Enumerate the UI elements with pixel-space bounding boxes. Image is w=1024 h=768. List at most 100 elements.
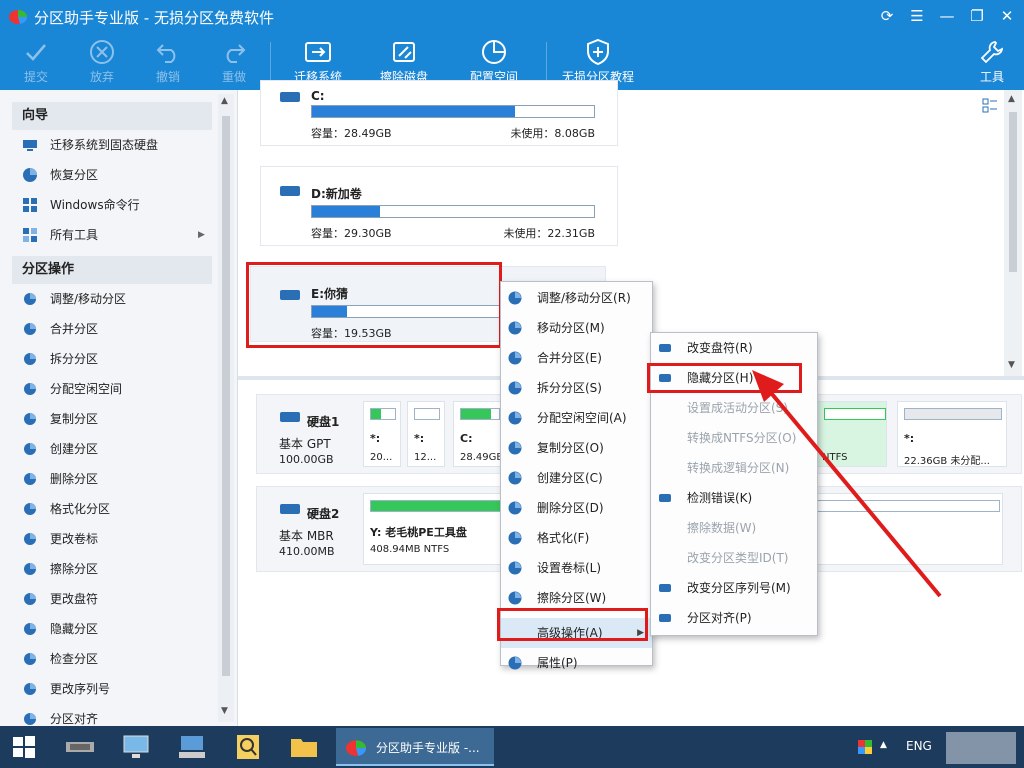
submenu-item-align-partition[interactable]: 分区对齐(P) — [651, 603, 817, 633]
menu-item-properties[interactable]: 属性(P) — [501, 648, 652, 678]
menu-item-format[interactable]: 格式化(F) — [501, 523, 652, 553]
usage-bar — [311, 205, 595, 218]
partition-card-d[interactable]: D:新加卷 容量：29.30GB 未使用：22.31GB — [260, 166, 618, 246]
merge-icon — [508, 351, 522, 365]
sidebar-item-serial[interactable]: 更改序列号 — [0, 674, 237, 704]
menu-item-merge[interactable]: 合并分区(E) — [501, 343, 652, 373]
menu-icon[interactable]: ☰ — [906, 6, 928, 26]
sidebar-section-wizard: 向导 — [12, 102, 212, 130]
app-logo-icon — [9, 10, 28, 24]
menu-item-move[interactable]: 移动分区(M) — [501, 313, 652, 343]
tray-clock[interactable] — [946, 732, 1016, 764]
input-method-icon[interactable] — [858, 740, 872, 754]
discard-button[interactable]: 放弃 — [86, 36, 118, 85]
submenu-item-change-letter[interactable]: 改变盘符(R) — [651, 333, 817, 363]
resize-icon — [24, 293, 36, 305]
wipe-disk-button[interactable]: 擦除磁盘 — [376, 36, 432, 85]
sidebar-scrollbar[interactable]: ▲ ▼ — [218, 94, 234, 722]
app-logo-icon — [346, 740, 367, 756]
tools-button[interactable]: 工具 — [976, 36, 1008, 85]
resize-icon — [508, 291, 522, 305]
shield-icon — [556, 36, 640, 68]
cancel-icon — [86, 36, 118, 68]
sidebar-item-create[interactable]: 创建分区 — [0, 434, 237, 464]
view-toggle-icon[interactable] — [982, 98, 998, 114]
title-bar: 分区助手专业版 - 无损分区免费软件 ⟳ ☰ — ❐ ✕ — [0, 0, 1024, 32]
allocate-space-button[interactable]: 配置空间 — [466, 36, 522, 85]
create-icon — [24, 443, 36, 455]
language-indicator[interactable]: ENG — [906, 739, 932, 753]
wipe-disk-icon — [376, 36, 432, 68]
disk1-partition-1[interactable]: *: 20... — [363, 401, 401, 467]
menu-item-allocate[interactable]: 分配空闲空间(A) — [501, 403, 652, 433]
top-scrollbar[interactable]: ▲ ▼ — [1004, 90, 1022, 376]
menu-item-split[interactable]: 拆分分区(S) — [501, 373, 652, 403]
minimize-icon[interactable]: — — [936, 6, 958, 26]
sidebar-item-copy[interactable]: 复制分区 — [0, 404, 237, 434]
undo-button[interactable]: 撤销 — [152, 36, 184, 85]
wipe-icon — [24, 563, 36, 575]
merge-icon — [24, 323, 36, 335]
sidebar-item-all-tools[interactable]: 所有工具 ▶ — [0, 220, 237, 250]
keyboard-icon — [179, 736, 205, 758]
start-button[interactable] — [2, 730, 46, 764]
pie-icon — [466, 36, 522, 68]
sidebar-item-merge[interactable]: 合并分区 — [0, 314, 237, 344]
wipe-icon — [508, 591, 522, 605]
taskbar-active-app[interactable]: 分区助手专业版 -... — [336, 728, 494, 766]
redo-icon — [218, 36, 250, 68]
sidebar-item-label[interactable]: 更改卷标 — [0, 524, 237, 554]
sidebar-item-letter[interactable]: 更改盘符 — [0, 584, 237, 614]
taskbar-keyboard-app[interactable] — [170, 730, 214, 764]
sidebar-item-format[interactable]: 格式化分区 — [0, 494, 237, 524]
taskbar-network-app[interactable] — [114, 730, 158, 764]
taskbar-search-app[interactable] — [226, 730, 270, 764]
menu-item-create[interactable]: 创建分区(C) — [501, 463, 652, 493]
migrate-os-button[interactable]: 迁移系统 — [290, 36, 346, 85]
delete-icon — [508, 501, 522, 515]
disk1-partition-2[interactable]: *: 12... — [407, 401, 445, 467]
move-icon — [508, 321, 522, 335]
highlight-box-advanced — [497, 608, 648, 641]
wrench-icon — [976, 36, 1008, 68]
undo-icon — [152, 36, 184, 68]
partition-card-c[interactable]: C: 容量：28.49GB 未使用：8.08GB — [260, 80, 618, 146]
taskbar-explorer[interactable] — [282, 730, 326, 764]
taskbar-chip-app[interactable] — [58, 730, 102, 764]
tutorial-button[interactable]: 无损分区教程 — [556, 36, 640, 85]
monitor-icon — [123, 735, 149, 758]
format-icon — [24, 503, 36, 515]
disk1-partition-c[interactable]: C: 28.49GB — [453, 401, 503, 467]
sidebar-item-recover[interactable]: 恢复分区 — [0, 160, 237, 190]
menu-item-copy[interactable]: 复制分区(O) — [501, 433, 652, 463]
sidebar-item-hide[interactable]: 隐藏分区 — [0, 614, 237, 644]
refresh-icon[interactable]: ⟳ — [876, 6, 898, 26]
allocate-icon — [24, 383, 36, 395]
menu-item-resize[interactable]: 调整/移动分区(R) — [501, 283, 652, 313]
tray-chevron-icon[interactable]: ▲ — [880, 740, 887, 750]
drive-icon — [280, 92, 300, 102]
menu-item-delete[interactable]: 删除分区(D) — [501, 493, 652, 523]
restore-icon[interactable]: ❐ — [966, 6, 988, 26]
sidebar-item-delete[interactable]: 删除分区 — [0, 464, 237, 494]
create-icon — [508, 471, 522, 485]
folder-icon — [291, 739, 317, 757]
sidebar-item-check[interactable]: 检查分区 — [0, 644, 237, 674]
copy-icon — [508, 441, 522, 455]
magnifier-icon — [237, 735, 259, 759]
label-icon — [24, 533, 36, 545]
sidebar-item-allocate[interactable]: 分配空闲空间 — [0, 374, 237, 404]
split-icon — [508, 381, 522, 395]
recover-icon — [23, 168, 37, 182]
sidebar-item-migrate-ssd[interactable]: 迁移系统到固态硬盘 — [0, 130, 237, 160]
close-icon[interactable]: ✕ — [996, 6, 1018, 26]
redo-button[interactable]: 重做 — [218, 36, 250, 85]
sidebar-item-cmd[interactable]: Windows命令行 — [0, 190, 237, 220]
sidebar-item-wipe[interactable]: 擦除分区 — [0, 554, 237, 584]
commit-button[interactable]: 提交 — [20, 36, 52, 85]
disk-icon — [280, 412, 300, 422]
sidebar-item-resize[interactable]: 调整/移动分区 — [0, 284, 237, 314]
sidebar-item-split[interactable]: 拆分分区 — [0, 344, 237, 374]
menu-item-label[interactable]: 设置卷标(L) — [501, 553, 652, 583]
label-icon — [508, 561, 522, 575]
